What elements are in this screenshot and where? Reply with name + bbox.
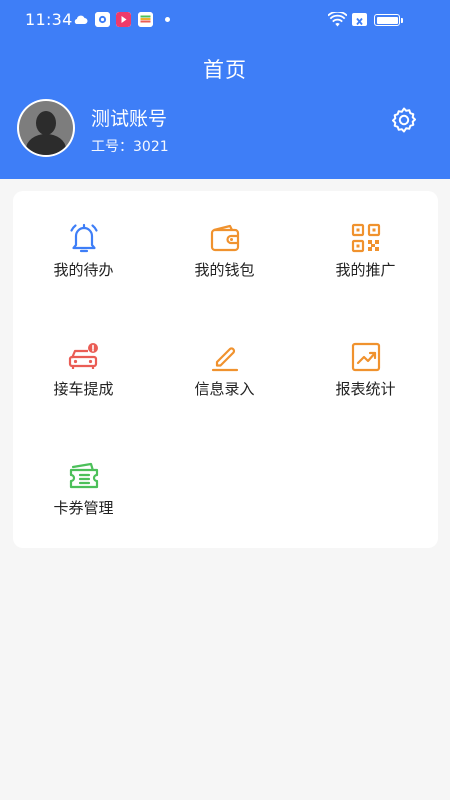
wallet-icon [210, 224, 239, 252]
avatar-placeholder-icon [19, 101, 73, 155]
menu-item-label: 报表统计 [335, 380, 396, 398]
battery-icon [374, 14, 403, 26]
avatar[interactable] [17, 99, 75, 157]
chart-icon [351, 342, 380, 372]
menu-item-todo[interactable]: 我的待办 [13, 191, 154, 301]
car-icon [68, 343, 98, 369]
status-time: 11:34 [25, 10, 73, 29]
menu-item-label: 信息录入 [194, 380, 255, 398]
sim-off-icon [352, 13, 367, 26]
wallet-app-icon [138, 12, 153, 27]
menu-card: 我的待办 我的钱包 我的推广 接车提成 信息录入 报表统计 卡券管理 [13, 191, 438, 548]
system-icons [328, 12, 418, 28]
menu-item-label: 接车提成 [53, 380, 114, 398]
profile-section[interactable]: 测试账号 工号：3021 [0, 96, 450, 179]
menu-item-label: 我的推广 [335, 261, 396, 279]
menu-item-reports[interactable]: 报表统计 [295, 310, 436, 420]
employee-id: 工号：3021 [91, 139, 169, 155]
status-bar: 11:34 [0, 0, 450, 38]
gear-icon[interactable] [390, 106, 418, 134]
ticket-icon [69, 462, 98, 489]
edit-icon [211, 347, 238, 372]
menu-item-wallet[interactable]: 我的钱包 [154, 191, 295, 301]
menu-item-car-commission[interactable]: 接车提成 [13, 310, 154, 420]
menu-item-info-entry[interactable]: 信息录入 [154, 310, 295, 420]
bell-icon [69, 223, 98, 253]
menu-item-promotion[interactable]: 我的推广 [295, 191, 436, 301]
menu-item-label: 卡券管理 [53, 499, 114, 517]
dot-icon [165, 17, 170, 22]
menu-item-label: 我的钱包 [194, 261, 255, 279]
account-name: 测试账号 [91, 108, 168, 130]
camera-app-icon [95, 12, 110, 27]
video-app-icon [116, 12, 131, 27]
menu-item-coupons[interactable]: 卡券管理 [13, 429, 154, 539]
cloud-icon [74, 15, 88, 24]
wifi-icon [328, 12, 347, 27]
menu-item-label: 我的待办 [53, 261, 114, 279]
header: 11:34 首页 测试账号 工号：3021 [0, 0, 450, 179]
qrcode-icon [351, 223, 380, 253]
page-title: 首页 [203, 58, 247, 82]
